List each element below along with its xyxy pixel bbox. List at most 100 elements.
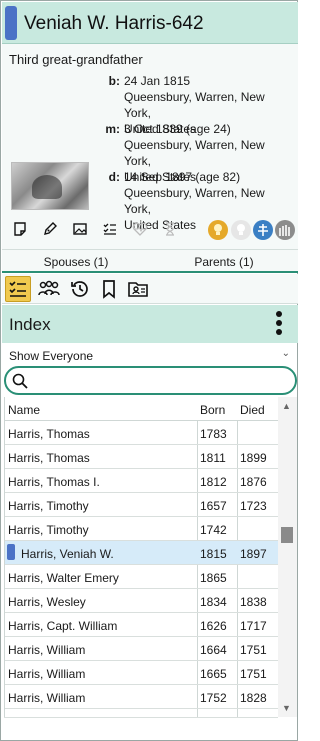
cell-born: 1834 bbox=[200, 595, 227, 609]
cell-died: 1899 bbox=[240, 451, 267, 465]
vertical-scrollbar[interactable]: ▲ ▼ bbox=[278, 397, 297, 717]
search-box[interactable] bbox=[4, 366, 297, 395]
index-view-icon[interactable] bbox=[5, 276, 31, 302]
cell-born: 1665 bbox=[200, 667, 227, 681]
family-view-icon[interactable] bbox=[36, 276, 62, 302]
cell-died: 1838 bbox=[240, 595, 267, 609]
filter-value: Show Everyone bbox=[9, 349, 94, 363]
event-label: m: bbox=[105, 122, 120, 136]
table-row[interactable]: Harris, Thomas I. 1812 1876 bbox=[5, 469, 278, 493]
cell-died: 1723 bbox=[240, 499, 267, 513]
relationship-tabs: Spouses (1) Parents (1) bbox=[2, 249, 298, 273]
cell-name: Harris, William bbox=[8, 643, 86, 657]
cell-died: 1751 bbox=[240, 667, 267, 681]
scroll-up-icon[interactable]: ▲ bbox=[282, 401, 291, 411]
gender-indicator bbox=[7, 544, 15, 560]
cell-born: 1626 bbox=[200, 619, 227, 633]
cell-born: 1815 bbox=[200, 547, 227, 561]
heart-icon[interactable] bbox=[131, 220, 149, 238]
cell-died: 1751 bbox=[240, 643, 267, 657]
tasks-icon[interactable] bbox=[101, 220, 119, 238]
tab-spouses[interactable]: Spouses (1) bbox=[2, 255, 150, 269]
person-name[interactable]: Veniah W. Harris-642 bbox=[24, 13, 204, 35]
index-table: Name Born Died Harris, Thomas 1783 Harris,… bbox=[4, 397, 278, 717]
cell-name: Harris, Capt. William bbox=[8, 619, 118, 633]
cell-name: Harris, William bbox=[8, 691, 86, 705]
horizontal-scrollbar[interactable] bbox=[4, 717, 278, 739]
table-row[interactable]: Harris, Wesley 1834 1838 bbox=[5, 589, 278, 613]
index-title: Index bbox=[9, 315, 51, 334]
table-row[interactable]: Harris, Capt. William 1626 1717 bbox=[5, 613, 278, 637]
cell-born: 1811 bbox=[200, 451, 226, 465]
table-row[interactable]: Harris, Thomas 1811 1899 bbox=[5, 445, 278, 469]
table-row[interactable]: Harris, William 1665 1751 bbox=[5, 661, 278, 685]
more-options-icon[interactable] bbox=[276, 311, 284, 337]
hourglass-icon[interactable] bbox=[161, 220, 179, 238]
cell-died: 1876 bbox=[240, 475, 267, 489]
relationship-label: Third great-grandfather bbox=[9, 52, 143, 67]
event-date: 14 Sep 1897 (age 82) bbox=[124, 170, 241, 184]
person-details: Third great-grandfather b: 24 Jan 1815 Q… bbox=[2, 44, 298, 249]
cell-born: 1783 bbox=[200, 427, 227, 441]
cell-born: 1657 bbox=[200, 499, 227, 513]
lightbulb-disabled-icon[interactable] bbox=[231, 220, 251, 240]
cell-name: Harris, Thomas bbox=[8, 451, 90, 465]
person-toolbar bbox=[2, 220, 298, 242]
index-header: Index bbox=[2, 305, 298, 343]
gender-indicator bbox=[5, 6, 17, 40]
scrollbar-thumb[interactable] bbox=[281, 527, 293, 543]
history-view-icon[interactable] bbox=[67, 276, 93, 302]
column-header-born[interactable]: Born bbox=[200, 403, 225, 417]
cell-born: 1752 bbox=[200, 691, 227, 705]
cell-name: Harris, Wesley bbox=[8, 595, 86, 609]
cell-born: 1664 bbox=[200, 643, 227, 657]
bookmark-view-icon[interactable] bbox=[96, 276, 122, 302]
table-row[interactable]: Harris, Veniah W. 1815 1897 bbox=[5, 541, 278, 565]
cell-born: 1865 bbox=[200, 571, 227, 585]
person-header: Veniah W. Harris-642 bbox=[2, 2, 298, 44]
event-place: Queensbury, Warren, New York, bbox=[124, 138, 265, 168]
cell-name: Harris, Veniah W. bbox=[21, 547, 114, 561]
familysearch-tree-icon[interactable] bbox=[253, 220, 273, 240]
cell-born: 1742 bbox=[200, 523, 227, 537]
chevron-down-icon: ⌄ bbox=[281, 348, 290, 359]
table-row[interactable]: Harris, William 1664 1751 bbox=[5, 637, 278, 661]
table-row[interactable]: Harris, Timothy 1742 bbox=[5, 517, 278, 541]
filter-dropdown[interactable]: Show Everyone ⌄ bbox=[2, 345, 298, 365]
search-icon bbox=[12, 373, 28, 389]
cell-died: 1828 bbox=[240, 691, 267, 705]
media-icon[interactable] bbox=[71, 220, 89, 238]
cell-name: Harris, Thomas bbox=[8, 427, 90, 441]
edit-icon[interactable] bbox=[41, 220, 59, 238]
table-header: Name Born Died bbox=[5, 397, 278, 421]
column-header-died[interactable]: Died bbox=[240, 403, 265, 417]
person-panel: Veniah W. Harris-642 Third great-grandfa… bbox=[0, 0, 298, 741]
event-label: b: bbox=[108, 74, 120, 88]
cell-name: Harris, Timothy bbox=[8, 523, 89, 537]
table-row[interactable]: Harris, Thomas 1783 bbox=[5, 421, 278, 445]
table-row[interactable]: Harris, William 1752 1828 bbox=[5, 685, 278, 709]
cell-died: 1717 bbox=[240, 619, 267, 633]
cell-name: Harris, Thomas I. bbox=[8, 475, 100, 489]
table-row[interactable]: Harris, Walter Emery 1865 bbox=[5, 565, 278, 589]
event-date: 24 Jan 1815 bbox=[124, 74, 191, 88]
hint-bulb-icon[interactable] bbox=[208, 220, 228, 240]
person-photo[interactable] bbox=[11, 162, 89, 210]
event-label: d: bbox=[108, 170, 120, 184]
view-switcher bbox=[2, 274, 298, 304]
event-date: 3 Oct 1839 (age 24) bbox=[124, 122, 231, 136]
event-place: Queensbury, Warren, New York, bbox=[124, 90, 265, 120]
search-input[interactable] bbox=[34, 371, 284, 390]
cell-died: 1897 bbox=[240, 547, 267, 561]
cell-name: Harris, Walter Emery bbox=[8, 571, 119, 585]
scroll-down-icon[interactable]: ▼ bbox=[282, 703, 291, 713]
person-card-view-icon[interactable] bbox=[125, 276, 151, 302]
table-row[interactable]: Harris, Timothy 1657 1723 bbox=[5, 493, 278, 517]
cell-name: Harris, Timothy bbox=[8, 499, 89, 513]
column-header-name[interactable]: Name bbox=[8, 403, 40, 417]
tab-parents[interactable]: Parents (1) bbox=[150, 255, 298, 269]
event-place: Queensbury, Warren, New York, bbox=[124, 186, 265, 216]
note-icon[interactable] bbox=[11, 220, 29, 238]
cell-born: 1812 bbox=[200, 475, 227, 489]
memorial-icon[interactable] bbox=[275, 220, 295, 240]
